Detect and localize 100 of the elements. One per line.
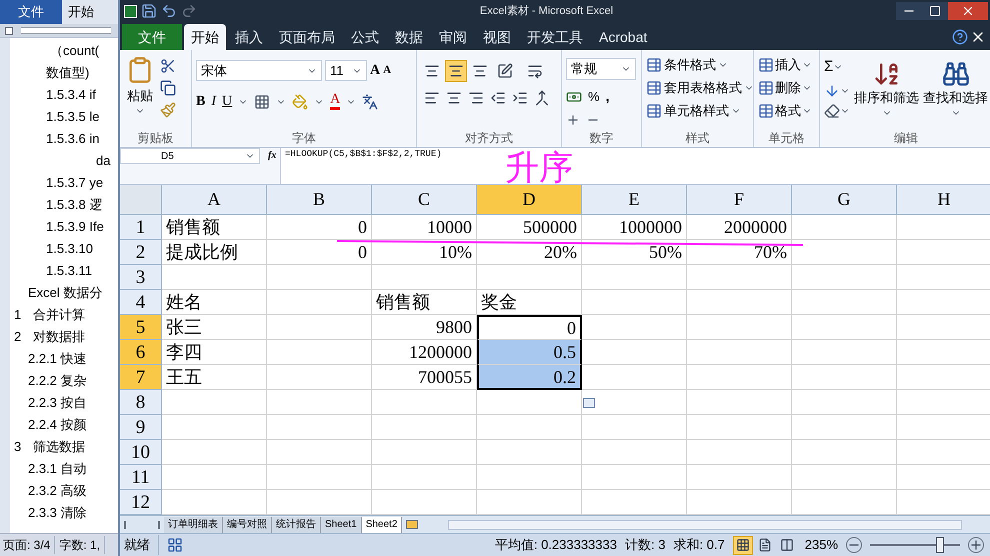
status-text: 字数: 1, — [59, 536, 106, 554]
merge-icon[interactable] — [534, 90, 550, 106]
document-line: 2.2.2 复杂 — [28, 372, 87, 390]
sheet-tab[interactable]: Sheet1 — [321, 516, 362, 532]
ribbon-tab[interactable]: 数据 — [388, 24, 430, 50]
zoom-slider-thumb[interactable] — [936, 537, 944, 553]
document-line: 2.2.4 按颜 — [28, 416, 87, 434]
wrap-text-icon[interactable] — [527, 63, 543, 79]
align-center-icon[interactable] — [446, 90, 462, 106]
borders-icon[interactable] — [254, 94, 270, 110]
column-header[interactable]: G — [792, 185, 897, 214]
paste-button[interactable]: 粘贴 — [124, 54, 156, 129]
column-header[interactable]: E — [582, 185, 687, 214]
redo-icon[interactable] — [181, 3, 197, 19]
help-icon[interactable] — [952, 29, 968, 45]
row-header[interactable]: 4 — [120, 290, 162, 315]
ribbon-tab[interactable]: 开发工具 — [520, 24, 590, 50]
row-header[interactable]: 6 — [120, 340, 162, 365]
table-cell: 1000000 — [582, 215, 687, 240]
font-size-field[interactable]: 11 — [325, 60, 367, 81]
increase-indent-icon[interactable] — [512, 90, 528, 106]
cells-menu-item[interactable]: 格式 — [758, 100, 812, 121]
underline-button[interactable]: U — [222, 91, 232, 112]
view-mode-button[interactable] — [732, 536, 753, 554]
align-left-icon[interactable] — [424, 90, 440, 106]
ribbon-tab[interactable]: Acrobat — [592, 24, 654, 50]
phonetic-icon[interactable] — [362, 94, 378, 110]
cells-menu-item[interactable]: 删除 — [758, 77, 812, 98]
sheet-tab[interactable]: 编号对照 — [223, 516, 272, 532]
function-label[interactable]: fx — [268, 148, 280, 184]
bold-button[interactable]: B — [196, 91, 206, 112]
row-header[interactable]: 3 — [120, 265, 162, 290]
align-right-icon[interactable] — [468, 90, 484, 106]
status-sum: 求和: 0.7 — [673, 536, 725, 554]
column-header[interactable]: D — [477, 185, 582, 214]
heading-text: 对数据排 — [33, 328, 86, 346]
grow-font-button[interactable]: A — [370, 60, 380, 81]
row-header[interactable]: 12 — [120, 490, 162, 515]
row-header[interactable]: 8 — [120, 390, 162, 415]
scissors-icon[interactable] — [160, 58, 176, 74]
document-line: 1.5.3.11 — [46, 262, 92, 280]
vertical-align-button[interactable] — [445, 60, 467, 82]
row-header[interactable]: 1 — [120, 215, 162, 240]
row-header[interactable]: 11 — [120, 465, 162, 490]
table-cell: 10% — [372, 240, 477, 265]
ribbon-tab[interactable]: 插入 — [228, 24, 270, 50]
column-header[interactable]: B — [267, 185, 372, 214]
row-header[interactable]: 5 — [120, 315, 162, 340]
column-header[interactable]: A — [162, 185, 267, 214]
ribbon-tab[interactable]: 开始 — [62, 0, 100, 24]
row-header[interactable]: 10 — [120, 440, 162, 465]
column-header[interactable]: H — [897, 185, 990, 214]
shrink-font-button[interactable]: A — [383, 62, 392, 79]
font-color-button[interactable]: A — [330, 93, 340, 110]
ribbon-tab[interactable]: 审阅 — [432, 24, 474, 50]
row-header[interactable]: 7 — [120, 365, 162, 390]
ribbon-tab[interactable]: 视图 — [476, 24, 518, 50]
zoom-in-icon[interactable] — [968, 537, 984, 553]
comma-button[interactable]: , — [606, 86, 610, 107]
font-name-field[interactable]: 宋体 — [196, 60, 322, 81]
undo-icon[interactable] — [161, 3, 177, 19]
excel-logo-icon — [124, 4, 137, 18]
column-header[interactable]: F — [687, 185, 792, 214]
horizontal-scrollbar[interactable] — [448, 520, 962, 530]
cells-menu-item[interactable]: 插入 — [758, 54, 812, 75]
table-cell: 70% — [687, 240, 792, 265]
sheet-tab[interactable]: 订单明细表 — [164, 516, 223, 532]
copy-icon[interactable] — [160, 80, 176, 96]
row-header[interactable]: 9 — [120, 415, 162, 440]
status-text: 页面: 3/4 — [3, 536, 56, 554]
sheet-tab[interactable]: 统计报告 — [272, 516, 321, 532]
maximize-icon[interactable] — [922, 2, 948, 20]
eraser-icon[interactable] — [824, 102, 840, 118]
zoom-out-icon[interactable] — [846, 537, 862, 553]
autosum-button[interactable]: Σ — [824, 56, 834, 78]
sheet-tab[interactable]: Sheet2 — [362, 516, 402, 532]
fill-down-icon[interactable] — [824, 82, 840, 98]
ribbon-tab[interactable]: 页面布局 — [272, 24, 342, 50]
ribbon-tab[interactable]: 开始 — [184, 24, 226, 50]
sort-filter-button[interactable]: 排序和筛选 — [854, 54, 919, 129]
number-format-field[interactable]: 常规 — [566, 58, 636, 80]
italic-button[interactable]: I — [211, 91, 216, 112]
file-tab[interactable]: 文件 — [122, 24, 182, 50]
name-box[interactable]: D5 — [120, 148, 260, 164]
row-header[interactable]: 2 — [120, 240, 162, 265]
menu-label: 套用表格格式 — [664, 78, 742, 97]
ribbon-tab[interactable]: 公式 — [344, 24, 386, 50]
orientation-icon[interactable] — [497, 63, 513, 79]
styles-menu-item[interactable]: 单元格样式 — [646, 100, 754, 121]
paintbrush-icon[interactable] — [160, 102, 176, 118]
styles-menu-item[interactable]: 条件格式 — [646, 54, 754, 75]
file-tab[interactable]: 文件 — [0, 0, 62, 24]
binoculars-icon — [942, 60, 970, 88]
menu-label: 插入 — [775, 56, 801, 74]
percent-button[interactable]: % — [588, 86, 600, 106]
styles-menu-item[interactable]: 套用表格格式 — [646, 77, 754, 98]
find-select-button[interactable]: 查找和选择 — [923, 54, 988, 129]
fill-color-icon[interactable] — [292, 94, 308, 110]
decrease-indent-icon[interactable] — [490, 90, 506, 106]
save-icon[interactable] — [141, 3, 157, 19]
